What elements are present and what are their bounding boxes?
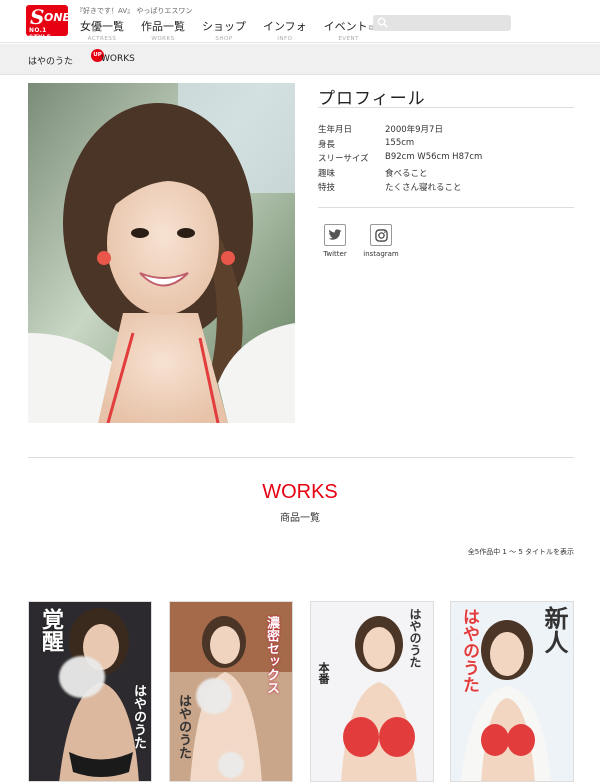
work-card[interactable]: 本番 はやのうた: [310, 601, 434, 782]
mosaic-blur: [218, 752, 244, 778]
site-logo[interactable]: S ONE NO.1 STYLE: [26, 5, 71, 41]
profile-key: 特技: [318, 183, 336, 193]
nav-sublabel: INFO: [277, 36, 293, 42]
actress-name-tab[interactable]: はやのうた: [28, 54, 73, 67]
profile-title: プロフィール: [318, 89, 426, 109]
twitter-icon: [324, 224, 346, 246]
logo-subtext: NO.1 STYLE: [29, 27, 52, 41]
cover-title: 覚醒: [38, 608, 64, 652]
profile-key: 身長: [318, 139, 336, 150]
nav-item-works[interactable]: 作品一覧 WORKS: [141, 18, 185, 42]
search-icon: [377, 17, 388, 28]
work-card[interactable]: 新人 はやのうた: [450, 601, 574, 782]
nav-label: 女優一覧: [80, 20, 124, 33]
site-tagline: 『好きです！AV』 やっぱりエスワン: [76, 7, 193, 15]
profile-row: 生年月日 2000年9月7日: [318, 123, 482, 138]
twitter-label: Twitter: [323, 250, 347, 258]
profile-value: B92cm W56cm H87cm: [385, 152, 483, 162]
work-card[interactable]: 濃密セックス はやのうた: [169, 601, 293, 782]
nav-item-actress[interactable]: 女優一覧 ACTRESS: [80, 18, 124, 42]
works-grid: 覚醒 はやのうた 濃密セックス はやのうた 本番 はやのうた 新人 はやのうた: [28, 601, 574, 782]
section-divider: [28, 457, 574, 458]
cover-name: はやのうた: [131, 684, 146, 749]
cover-title: 本番: [317, 662, 330, 684]
actress-photo: [28, 83, 295, 423]
profile-row: スリーサイズ B92cm W56cm H87cm: [318, 152, 482, 167]
nav-sublabel: SHOP: [215, 36, 233, 42]
works-subheading: 商品一覧: [280, 513, 320, 524]
mosaic-blur: [196, 678, 232, 714]
instagram-link[interactable]: instagram: [362, 224, 400, 258]
cover-title: 濃密セックス: [264, 616, 279, 694]
nav-label: イベント⧉: [324, 18, 374, 34]
cover-name: はやのうた: [408, 608, 422, 668]
result-count: 全5作品中 1 〜 5 タイトルを表示: [467, 548, 574, 556]
actress-subbar: はやのうた UP WORKS: [0, 44, 600, 75]
profile-key: スリーサイズ: [318, 154, 369, 164]
profile-row: 特技 たくさん寝れること: [318, 181, 482, 196]
main-nav: 女優一覧 ACTRESS 作品一覧 WORKS ショップ SHOP インフォ I…: [80, 18, 391, 42]
nav-item-shop[interactable]: ショップ SHOP: [202, 18, 246, 42]
profile-row: 身長 155cm: [318, 138, 482, 153]
profile-key: 生年月日: [318, 125, 353, 135]
cover-name: はやのうた: [459, 608, 479, 693]
divider: [318, 107, 574, 108]
works-tab[interactable]: WORKS: [101, 54, 135, 64]
nav-label: ショップ: [202, 20, 246, 33]
profile-table: 生年月日 2000年9月7日 身長 155cm スリーサイズ B92cm W56…: [318, 123, 482, 196]
nav-item-event[interactable]: イベント⧉ EVENT: [324, 18, 374, 42]
profile-value: 食べること: [385, 168, 428, 179]
mosaic-blur: [59, 656, 105, 698]
nav-label: 作品一覧: [141, 20, 185, 33]
divider: [318, 207, 574, 208]
nav-label: インフォ: [263, 20, 307, 33]
profile-row: 趣味 食べること: [318, 167, 482, 182]
profile-key: 趣味: [318, 168, 336, 179]
instagram-label: instagram: [363, 250, 399, 258]
work-card[interactable]: 覚醒 はやのうた: [28, 601, 152, 782]
profile-value: 2000年9月7日: [385, 125, 443, 135]
nav-item-info[interactable]: インフォ INFO: [263, 18, 307, 42]
instagram-icon: [370, 224, 392, 246]
site-header: S ONE NO.1 STYLE 『好きです！AV』 やっぱりエスワン 女優一覧…: [0, 0, 600, 43]
nav-sublabel: WORKS: [151, 36, 175, 42]
search-input[interactable]: [373, 15, 511, 31]
cover-title: 新人: [540, 606, 569, 654]
cover-name: はやのうた: [176, 694, 191, 759]
nav-sublabel: ACTRESS: [87, 36, 117, 42]
logo-one: ONE: [44, 11, 71, 24]
twitter-link[interactable]: Twitter: [318, 224, 352, 258]
works-heading: WORKS: [262, 481, 338, 503]
logo-letter: S: [30, 5, 45, 29]
profile-value: 155cm: [385, 137, 415, 148]
nav-sublabel: EVENT: [338, 36, 360, 42]
profile-value: たくさん寝れること: [385, 183, 462, 193]
nav-event-text: イベント: [323, 20, 368, 33]
